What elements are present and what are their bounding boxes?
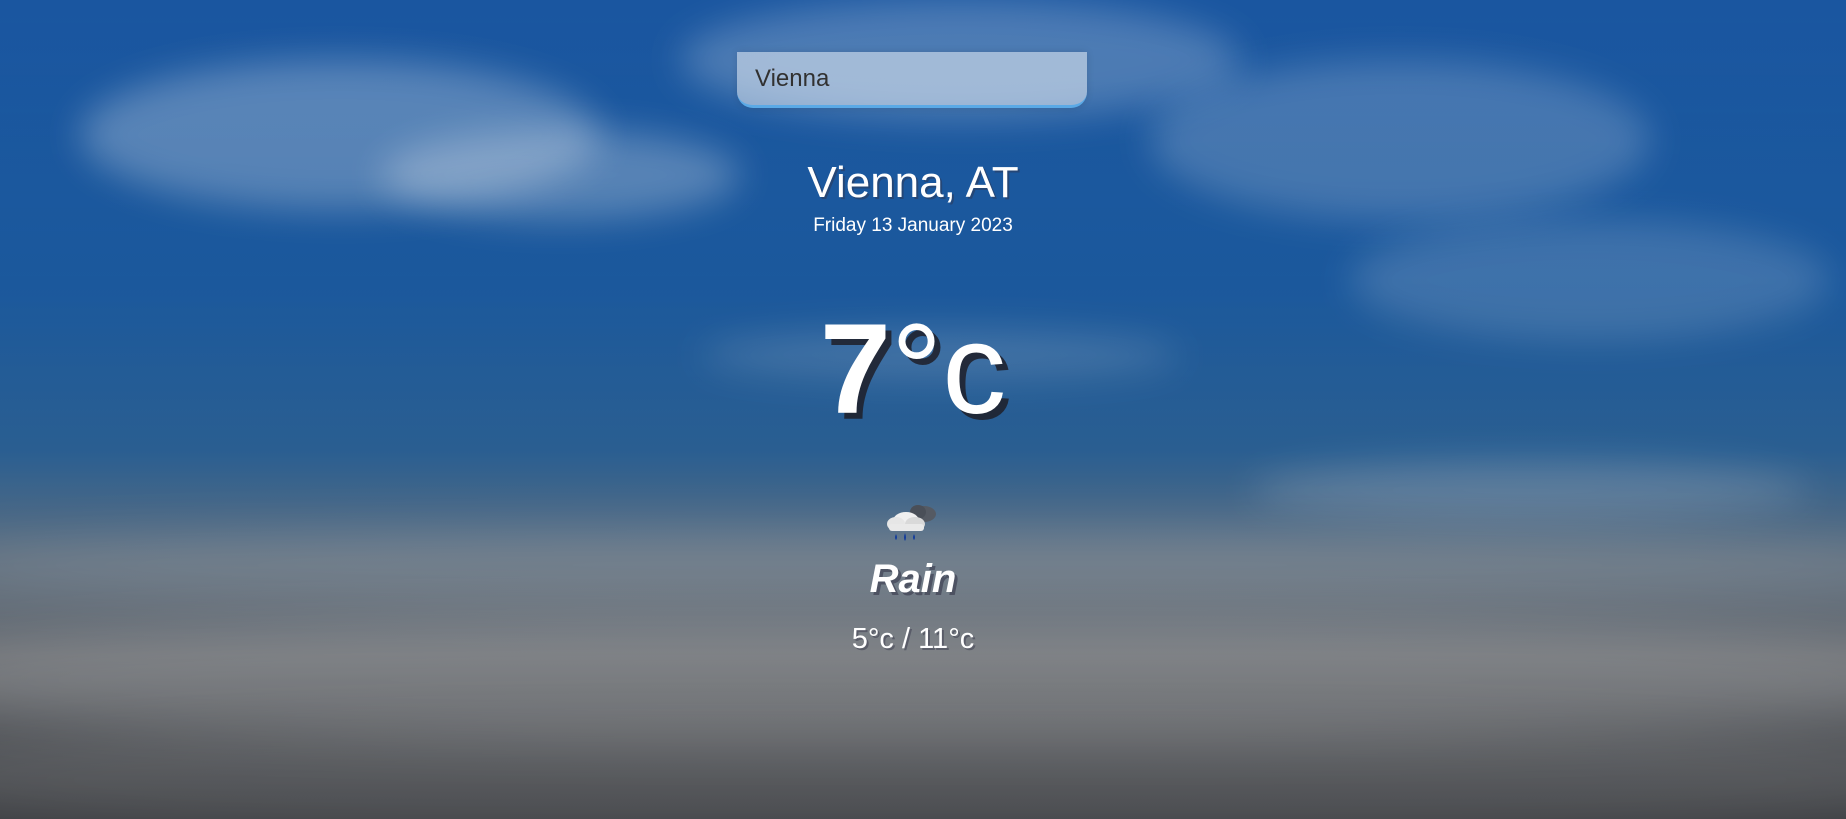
- current-date: Friday 13 January 2023: [813, 215, 1013, 236]
- weather-app: Vienna, AT Friday 13 January 2023 7°c Ra…: [0, 0, 1846, 819]
- weather-description: Rain: [869, 557, 957, 601]
- search-input[interactable]: [737, 52, 1087, 108]
- rain-cloud-icon: [884, 500, 942, 544]
- temperature-unit: °c: [891, 298, 1007, 441]
- search-box: [737, 52, 1087, 108]
- temperature-box: 7°c: [0, 300, 1826, 440]
- temperature-range: 5°c / 11°c: [851, 623, 975, 655]
- temperature-value: 7: [819, 298, 891, 441]
- temperature: 7°c: [820, 300, 1006, 440]
- location-name: Vienna, AT: [807, 158, 1019, 207]
